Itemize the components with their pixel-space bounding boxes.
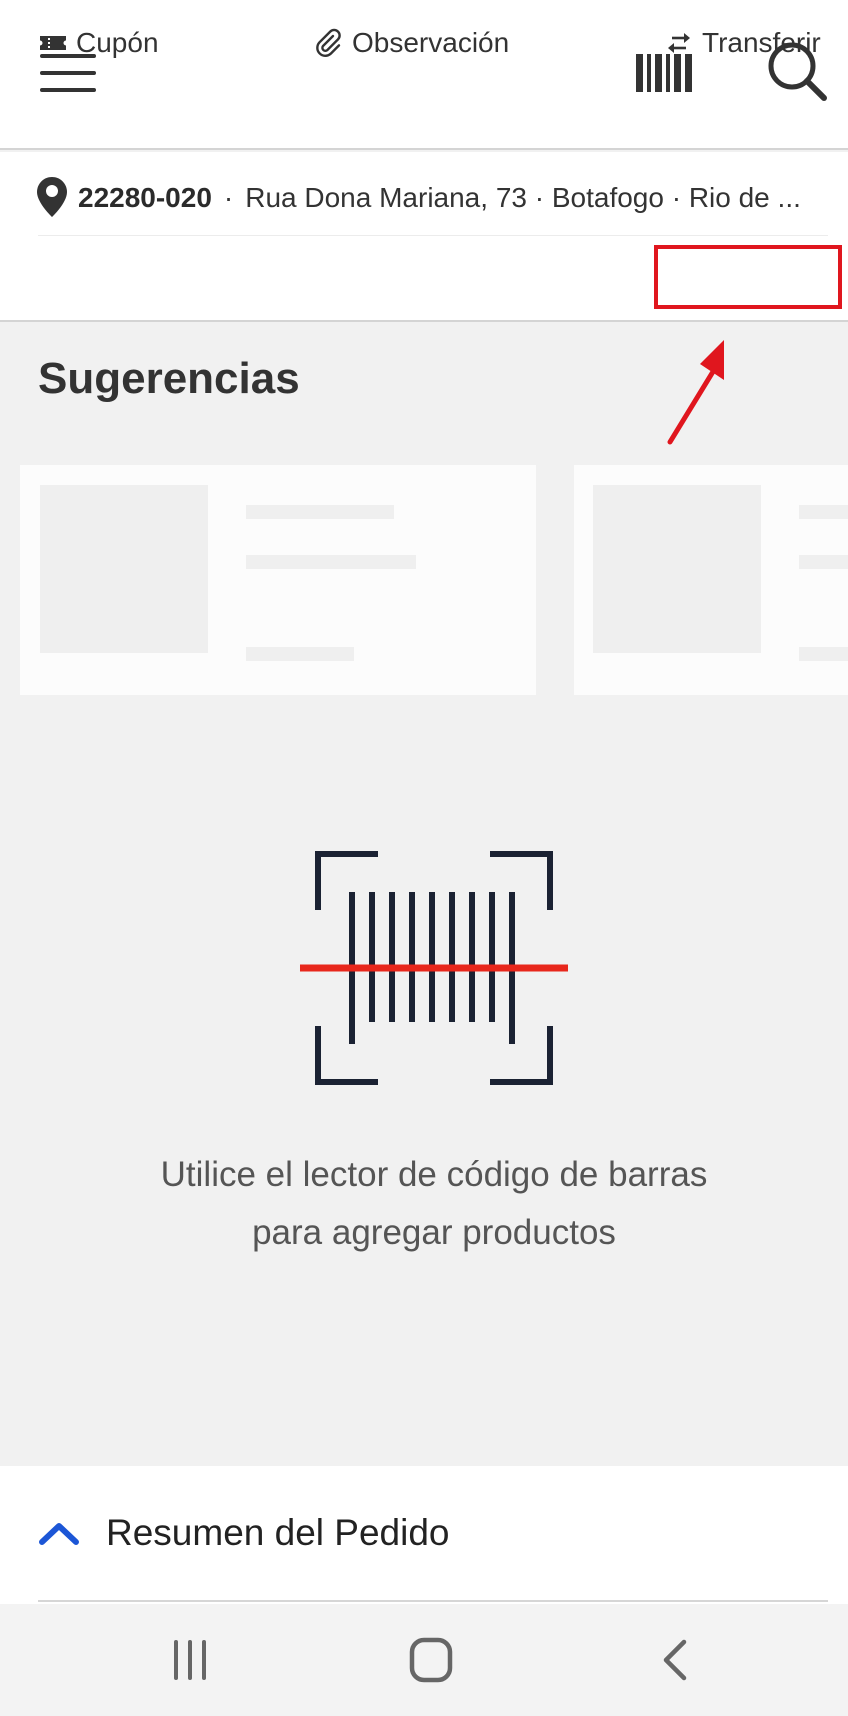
paperclip-icon bbox=[316, 28, 341, 57]
suggestions-title: Sugerencias bbox=[38, 354, 300, 403]
recents-icon[interactable] bbox=[164, 1634, 216, 1686]
barcode-scanner-icon bbox=[296, 848, 572, 1088]
image-placeholder bbox=[40, 485, 208, 653]
transfer-button[interactable]: Transferir bbox=[664, 0, 821, 86]
image-placeholder bbox=[593, 485, 761, 653]
text-placeholder bbox=[246, 647, 354, 661]
street-address: Rua Dona Mariana, 73 · Botafogo · Rio de… bbox=[245, 182, 801, 213]
text-placeholder bbox=[799, 555, 848, 569]
order-summary-label[interactable]: Resumen del Pedido bbox=[106, 1508, 450, 1558]
empty-state-message: Utilice el lector de código de barras pa… bbox=[60, 1146, 808, 1262]
postal-code: 22280-020 bbox=[78, 182, 212, 213]
suggestion-card-placeholder bbox=[574, 465, 848, 695]
text-placeholder bbox=[799, 647, 848, 661]
annotation-arrow-icon bbox=[667, 340, 724, 445]
map-pin-icon bbox=[36, 176, 68, 218]
suggestion-card-placeholder bbox=[20, 465, 536, 695]
coupon-label: Cupón bbox=[76, 27, 159, 58]
text-placeholder bbox=[799, 505, 848, 519]
swap-arrows-icon bbox=[668, 33, 690, 53]
transfer-highlight-box bbox=[654, 245, 842, 309]
ticket-icon bbox=[40, 36, 66, 50]
chevron-up-icon[interactable] bbox=[38, 1518, 80, 1548]
back-icon[interactable] bbox=[650, 1634, 702, 1686]
transfer-label: Transferir bbox=[702, 27, 821, 58]
address-separator: · bbox=[223, 182, 234, 213]
observation-label: Observación bbox=[352, 27, 510, 58]
coupon-button[interactable]: Cupón bbox=[38, 0, 159, 86]
observation-button[interactable]: Observación bbox=[314, 0, 509, 86]
empty-state-line-1: Utilice el lector de código de barras bbox=[160, 1155, 708, 1194]
home-icon[interactable] bbox=[406, 1634, 458, 1686]
text-placeholder bbox=[246, 505, 394, 519]
empty-state-line-2: para agregar productos bbox=[252, 1213, 616, 1252]
delivery-address[interactable]: 22280-020 · Rua Dona Mariana, 73 · Botafog… bbox=[78, 180, 818, 216]
divider bbox=[38, 1600, 828, 1602]
text-placeholder bbox=[246, 555, 416, 569]
